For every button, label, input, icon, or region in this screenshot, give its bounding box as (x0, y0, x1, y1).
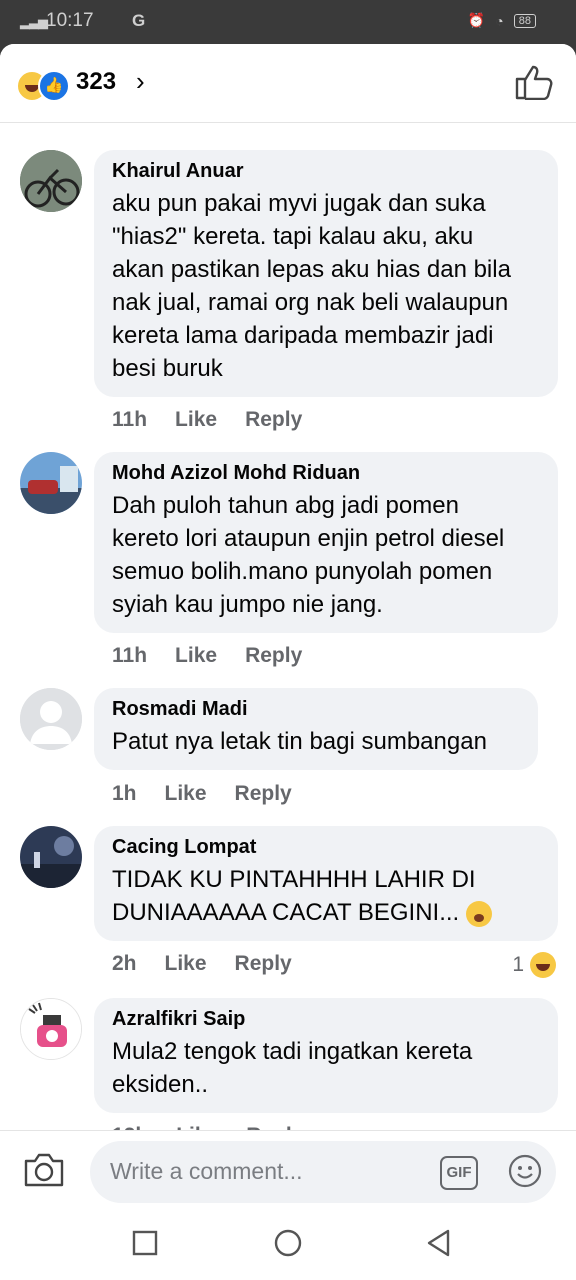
comment-actions: 11h Like Reply (112, 408, 302, 432)
gif-button[interactable]: GIF (440, 1156, 478, 1190)
carrier-icon: G (132, 11, 146, 30)
comment-reactions[interactable]: 1 (512, 952, 556, 978)
comment-author[interactable]: Rosmadi Madi (112, 698, 518, 721)
reply-link[interactable]: Reply (245, 644, 302, 668)
alarm-icon: ⏰ (467, 12, 486, 28)
like-link[interactable]: Like (175, 644, 217, 668)
chevron-right-icon[interactable]: › (136, 66, 145, 97)
reply-link[interactable]: Reply (245, 408, 302, 432)
comment-time: 2h (112, 952, 137, 975)
comment-text: TIDAK KU PINTAHHHH LAHIR DI DUNIAAAAAA C… (112, 863, 538, 929)
comment-text: Mula2 tengok tadi ingatkan kereta ekside… (112, 1038, 473, 1098)
crying-face-icon (465, 900, 492, 927)
reactions-header[interactable]: 👍 323 › (0, 44, 576, 123)
back-icon[interactable] (424, 1228, 454, 1258)
comment-bubble[interactable]: Khairul Anuar aku pun pakai myvi jugak d… (94, 150, 558, 397)
comment-author[interactable]: Khairul Anuar (112, 160, 538, 183)
comment-time: 1h (112, 782, 137, 805)
status-time: 10:17 (46, 10, 94, 31)
comment-composer: Write a comment... GIF (0, 1130, 576, 1211)
like-reaction-icon: 👍 (38, 70, 70, 102)
camera-icon[interactable] (22, 1151, 66, 1189)
comment-author[interactable]: Cacing Lompat (112, 836, 538, 859)
avatar[interactable] (20, 688, 82, 750)
comment-input[interactable]: Write a comment... GIF (90, 1141, 556, 1203)
comment-bubble[interactable]: Rosmadi Madi Patut nya letak tin bagi su… (94, 688, 538, 770)
like-button-icon[interactable] (514, 64, 554, 100)
comment-text: aku pun pakai myvi jugak dan suka "hias2… (112, 190, 511, 382)
comment-reaction-count: 1 (512, 953, 524, 976)
home-icon[interactable] (273, 1228, 303, 1258)
avatar[interactable] (20, 452, 82, 514)
avatar[interactable] (20, 826, 82, 888)
like-link[interactable]: Like (165, 952, 207, 976)
comment-time: 11h (112, 408, 148, 431)
reaction-count[interactable]: 323 (76, 68, 116, 96)
comment-text: Dah puloh tahun abg jadi pomen kereto lo… (112, 492, 505, 618)
comment-input-placeholder[interactable]: Write a comment... (110, 1158, 303, 1185)
comment-bubble[interactable]: Azralfikri Saip Mula2 tengok tadi ingatk… (94, 998, 558, 1113)
reply-link[interactable]: Reply (235, 952, 292, 976)
comment-text: Patut nya letak tin bagi sumbangan (112, 728, 487, 755)
avatar[interactable] (20, 998, 82, 1060)
signal-icon: ▂▃▅ (20, 14, 48, 29)
wifi-icon: ◔ (495, 12, 504, 29)
comment-author[interactable]: Mohd Azizol Mohd Riduan (112, 462, 538, 485)
comment-list[interactable]: Khairul Anuar aku pun pakai myvi jugak d… (0, 122, 576, 1132)
avatar[interactable] (20, 150, 82, 212)
emoji-icon[interactable] (508, 1154, 542, 1188)
system-nav-bar (0, 1210, 576, 1280)
recent-apps-icon[interactable] (130, 1228, 160, 1258)
comment-author[interactable]: Azralfikri Saip (112, 1008, 538, 1031)
comment-text-content: TIDAK KU PINTAHHHH LAHIR DI DUNIAAAAAA C… (112, 866, 476, 926)
like-link[interactable]: Like (165, 782, 207, 806)
battery-icon: 88 (513, 13, 536, 28)
reply-link[interactable]: Reply (235, 782, 292, 806)
comment-actions: 11h Like Reply (112, 644, 302, 668)
comment-actions: 1h Like Reply (112, 782, 292, 806)
comments-sheet: 👍 323 › Khairul Anuar aku pun pakai myvi… (0, 44, 576, 1280)
haha-reaction-icon (530, 952, 556, 978)
status-bar: ▂▃▅ 10:17 G ⏰ ◔ 88 (0, 0, 576, 44)
comment-time: 11h (112, 644, 148, 667)
comment-bubble[interactable]: Cacing Lompat TIDAK KU PINTAHHHH LAHIR D… (94, 826, 558, 941)
comment-actions: 2h Like Reply (112, 952, 292, 976)
comment-bubble[interactable]: Mohd Azizol Mohd Riduan Dah puloh tahun … (94, 452, 558, 633)
like-link[interactable]: Like (175, 408, 217, 432)
